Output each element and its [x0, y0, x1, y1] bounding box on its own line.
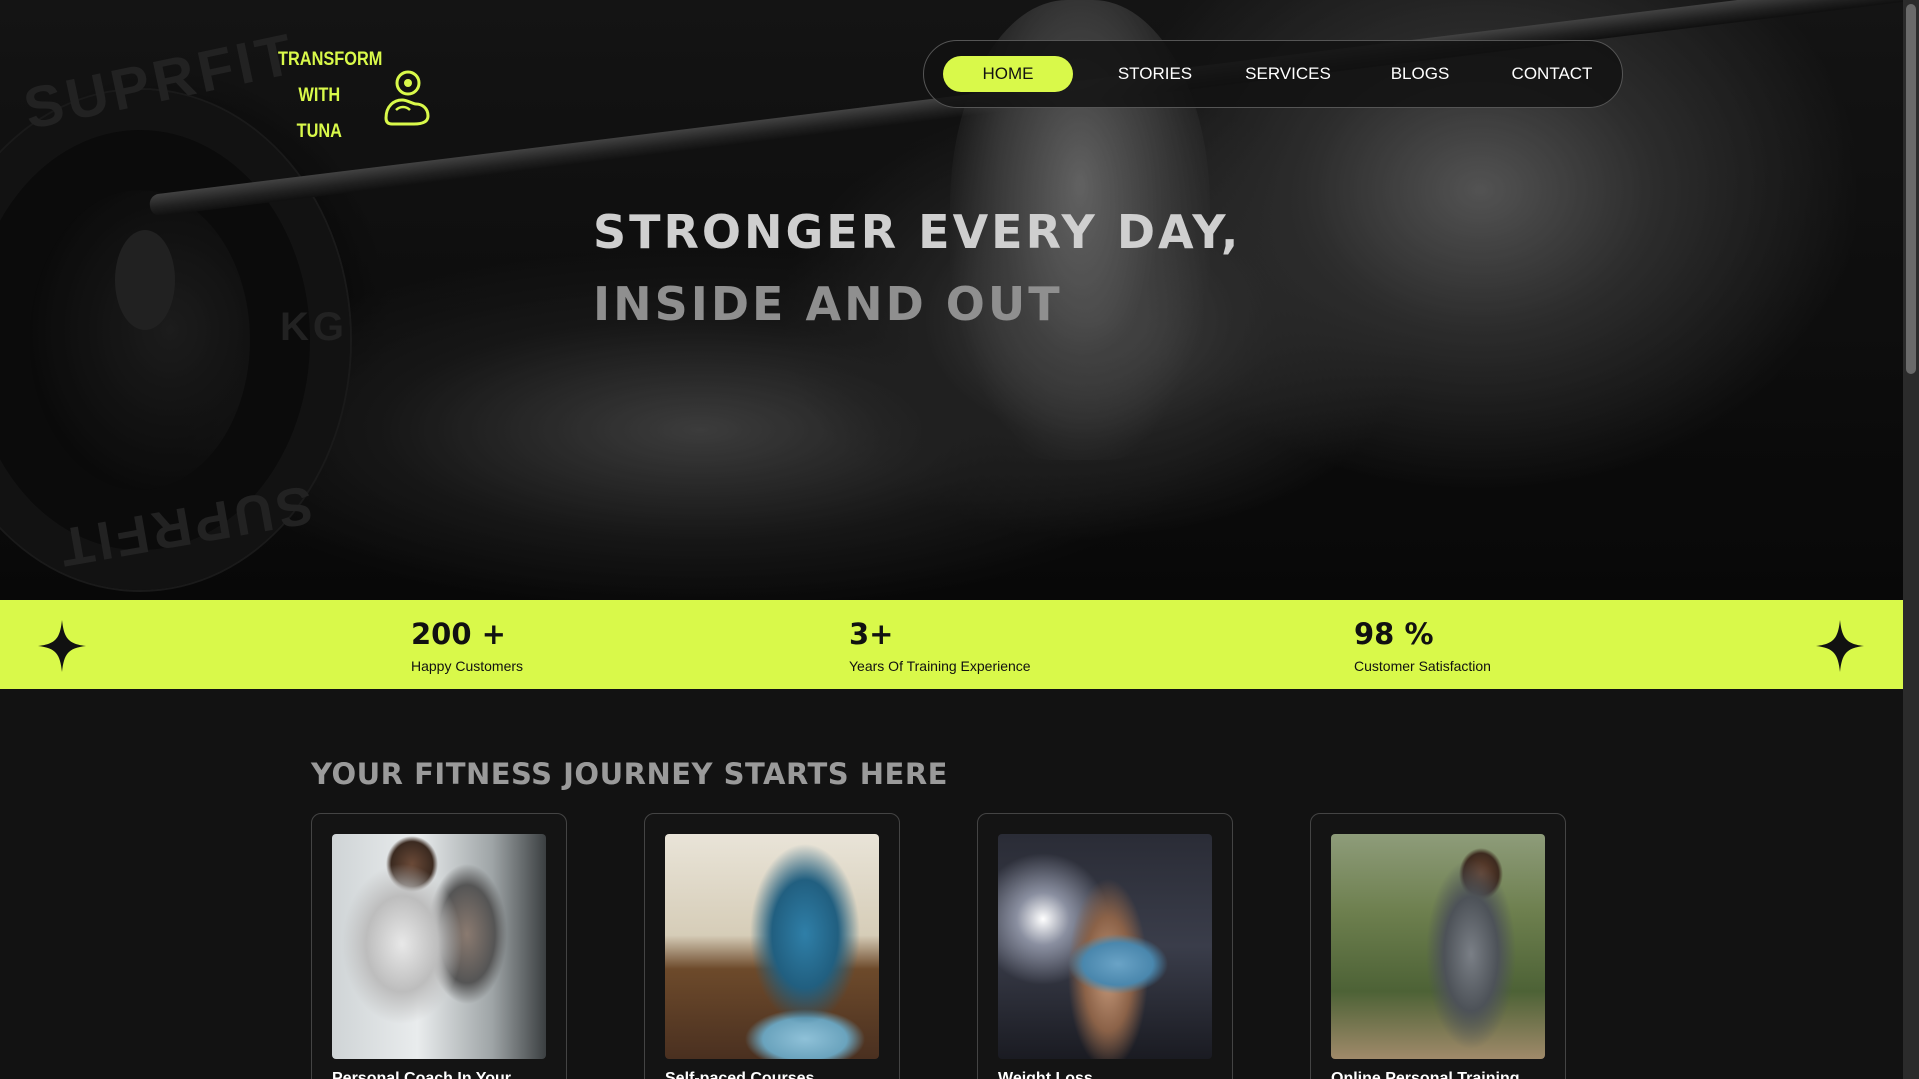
yoga-stretch-photo	[665, 834, 879, 1059]
nav-blogs[interactable]: BLOGS	[1345, 56, 1495, 92]
hero-headline-line2: INSIDE AND OUT	[593, 277, 1063, 331]
trail-runner-photo	[1331, 834, 1545, 1059]
four-point-star-icon	[38, 620, 86, 672]
stat-customers-value: 200 +	[411, 617, 506, 651]
brand-line1: TRANSFORM	[278, 49, 383, 70]
nav-stories[interactable]: STORIES	[1079, 56, 1231, 92]
service-card[interactable]: Online Personal Training	[1310, 813, 1566, 1079]
page-scrollbar[interactable]	[1903, 0, 1919, 1079]
nav-home[interactable]: HOME	[943, 56, 1073, 92]
page: SUPRFIT KG SUPRFIT STRONGER EVERY DAY, I…	[0, 0, 1919, 1079]
woman-gym-mat-photo	[998, 834, 1212, 1059]
scrollbar-thumb[interactable]	[1906, 4, 1916, 374]
service-card[interactable]: Weight Loss	[977, 813, 1233, 1079]
brand-line2: WITH TUNA	[296, 85, 342, 142]
stat-customers: 200 + Happy Customers	[411, 616, 523, 674]
stats-band: 200 + Happy Customers 3+ Years Of Traini…	[0, 600, 1903, 689]
service-card-title: Weight Loss	[998, 1070, 1093, 1079]
stat-experience-label: Years Of Training Experience	[849, 658, 1031, 674]
brand-wordmark: TRANSFORM WITH TUNA	[278, 42, 383, 150]
stat-satisfaction-value: 98 %	[1354, 617, 1434, 651]
brand-logo[interactable]: TRANSFORM WITH TUNA	[278, 42, 434, 150]
personal-trainer-photo	[332, 834, 546, 1059]
nav-contact[interactable]: CONTACT	[1495, 56, 1609, 92]
stat-experience: 3+ Years Of Training Experience	[849, 616, 1031, 674]
main-nav: HOME STORIES SERVICES BLOGS CONTACT	[923, 40, 1623, 108]
service-card-title: Self-paced Courses	[665, 1070, 815, 1079]
service-card-title: Personal Coach In Your...	[332, 1070, 524, 1079]
hero-headline: STRONGER EVERY DAY, INSIDE AND OUT	[593, 196, 1241, 340]
service-card[interactable]: Personal Coach In Your...	[311, 813, 567, 1079]
section-heading: YOUR FITNESS JOURNEY STARTS HERE	[311, 757, 948, 791]
hero-headline-line1: STRONGER EVERY DAY,	[593, 205, 1242, 259]
flexed-arm-icon	[384, 70, 430, 126]
stat-satisfaction: 98 % Customer Satisfaction	[1354, 616, 1491, 674]
service-card-title: Online Personal Training	[1331, 1070, 1520, 1079]
four-point-star-icon	[1816, 620, 1864, 672]
stat-satisfaction-label: Customer Satisfaction	[1354, 658, 1491, 674]
stat-experience-value: 3+	[849, 617, 894, 651]
nav-services[interactable]: SERVICES	[1231, 56, 1345, 92]
stat-customers-label: Happy Customers	[411, 658, 524, 674]
service-card[interactable]: Self-paced Courses	[644, 813, 900, 1079]
